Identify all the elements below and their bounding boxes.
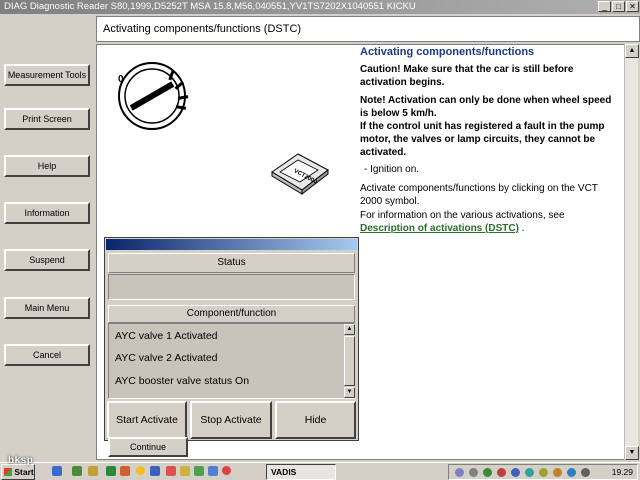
scroll-down-arrow-icon[interactable]: ▼ (625, 446, 639, 460)
component-list-item[interactable]: AYC valve 1 Activated (115, 330, 218, 342)
minimize-button[interactable]: _ (598, 1, 611, 12)
instructions-title: Activating components/functions (360, 46, 535, 58)
quicklaunch-app-icon[interactable] (180, 466, 190, 476)
list-item: - Ignition on. (364, 164, 420, 175)
instruction-text: Activate components/functions by clickin… (360, 183, 598, 207)
tray-icon[interactable] (581, 468, 590, 477)
tray-icon[interactable] (567, 468, 576, 477)
tray-icon[interactable] (525, 468, 534, 477)
taskbar: Start VADIS 19.29 (0, 462, 640, 480)
list-scroll-up-icon[interactable]: ▲ (344, 324, 355, 335)
quicklaunch-app-icon[interactable] (166, 466, 176, 476)
note-text: Note! Activation can only be done when w… (360, 95, 612, 119)
stop-activate-button[interactable]: Stop Activate (190, 401, 272, 439)
list-scrollbar[interactable]: ▲ ▼ (344, 324, 355, 398)
smiley-icon[interactable] (136, 466, 145, 475)
maximize-button[interactable]: □ (612, 1, 625, 12)
start-label: Start (14, 467, 34, 477)
caution-text: Caution! Make sure that the car is still… (360, 64, 574, 88)
quicklaunch-app-icon[interactable] (150, 466, 160, 476)
tray-icon[interactable] (511, 468, 520, 477)
sidebar: Measurement Tools Print Screen Help Info… (0, 14, 96, 462)
start-button[interactable]: Start (1, 464, 35, 480)
watermark-text: bksp (8, 455, 34, 466)
vct2000-device-icon[interactable]: VCT2000 (268, 150, 332, 196)
main-menu-button[interactable]: Main Menu (4, 297, 90, 319)
quicklaunch-app-icon[interactable] (106, 466, 116, 476)
info-prefix: For information on the various activatio… (360, 210, 565, 221)
vadis-task-button[interactable]: VADIS (266, 464, 336, 480)
hide-button[interactable]: Hide (275, 401, 356, 439)
quicklaunch-app-icon[interactable] (120, 466, 130, 476)
list-scroll-down-icon[interactable]: ▼ (344, 387, 355, 398)
tray-icon[interactable] (539, 468, 548, 477)
main-scrollbar[interactable]: ▲ ▼ (624, 44, 639, 460)
information-button[interactable]: Information (4, 202, 90, 224)
help-button[interactable]: Help (4, 155, 90, 177)
window-controls: _ □ ✕ (598, 1, 639, 12)
quicklaunch-app-icon[interactable] (72, 466, 82, 476)
status-value-field (108, 274, 355, 300)
vadis-task-label: VADIS (271, 467, 297, 477)
suspend-button[interactable]: Suspend (4, 249, 90, 271)
clock: 19.29 (611, 467, 633, 477)
list-scroll-thumb[interactable] (344, 336, 355, 386)
quicklaunch-app-icon[interactable] (52, 466, 62, 476)
component-list: AYC valve 1 Activated AYC valve 2 Activa… (108, 323, 355, 399)
page-header: Activating components/functions (DSTC) (96, 16, 640, 42)
fault-note-text: If the control unit has registered a fau… (360, 121, 605, 158)
instructions-panel: Activating components/functions Caution!… (360, 46, 622, 235)
window-titlebar[interactable]: DIAG Diagnostic Reader S80,1999,D5252T M… (0, 0, 640, 14)
component-list-item[interactable]: AYC booster valve status On (115, 375, 249, 387)
windows-logo-icon (4, 468, 12, 476)
tray-icon[interactable] (483, 468, 492, 477)
quicklaunch-app-icon[interactable] (208, 466, 218, 476)
activations-description-link[interactable]: Description of activations (DSTC) (360, 223, 519, 234)
component-header: Component/function (108, 305, 355, 323)
ignition-switch-icon: 0 (118, 62, 189, 130)
tray-icon[interactable] (553, 468, 562, 477)
measurement-tools-button[interactable]: Measurement Tools (4, 64, 90, 86)
cancel-button[interactable]: Cancel (4, 344, 90, 366)
close-button[interactable]: ✕ (626, 1, 639, 12)
status-header: Status (108, 253, 355, 273)
component-list-item[interactable]: AYC valve 2 Activated (115, 352, 218, 364)
continue-button[interactable]: Continue (108, 437, 188, 457)
svg-text:0: 0 (118, 74, 124, 85)
start-activate-button[interactable]: Start Activate (107, 401, 187, 439)
tray-icon[interactable] (469, 468, 478, 477)
diagnostic-window: DIAG Diagnostic Reader S80,1999,D5252T M… (0, 0, 640, 462)
info-text: For information on the various activatio… (360, 210, 622, 235)
tray-icon[interactable] (497, 468, 506, 477)
activation-dialog: Status Component/function AYC valve 1 Ac… (104, 237, 359, 441)
scroll-up-arrow-icon[interactable]: ▲ (625, 44, 639, 58)
window-title: DIAG Diagnostic Reader S80,1999,D5252T M… (4, 1, 416, 12)
quicklaunch-app-icon[interactable] (88, 466, 98, 476)
print-screen-button[interactable]: Print Screen (4, 108, 90, 130)
quicklaunch-app-icon[interactable] (194, 466, 204, 476)
system-tray: 19.29 (448, 464, 638, 480)
link-suffix: . (518, 222, 525, 234)
dialog-titlebar[interactable] (106, 239, 357, 250)
page-title: Activating components/functions (DSTC) (103, 23, 302, 35)
browser-icon[interactable] (222, 466, 231, 475)
tray-icon[interactable] (455, 468, 464, 477)
